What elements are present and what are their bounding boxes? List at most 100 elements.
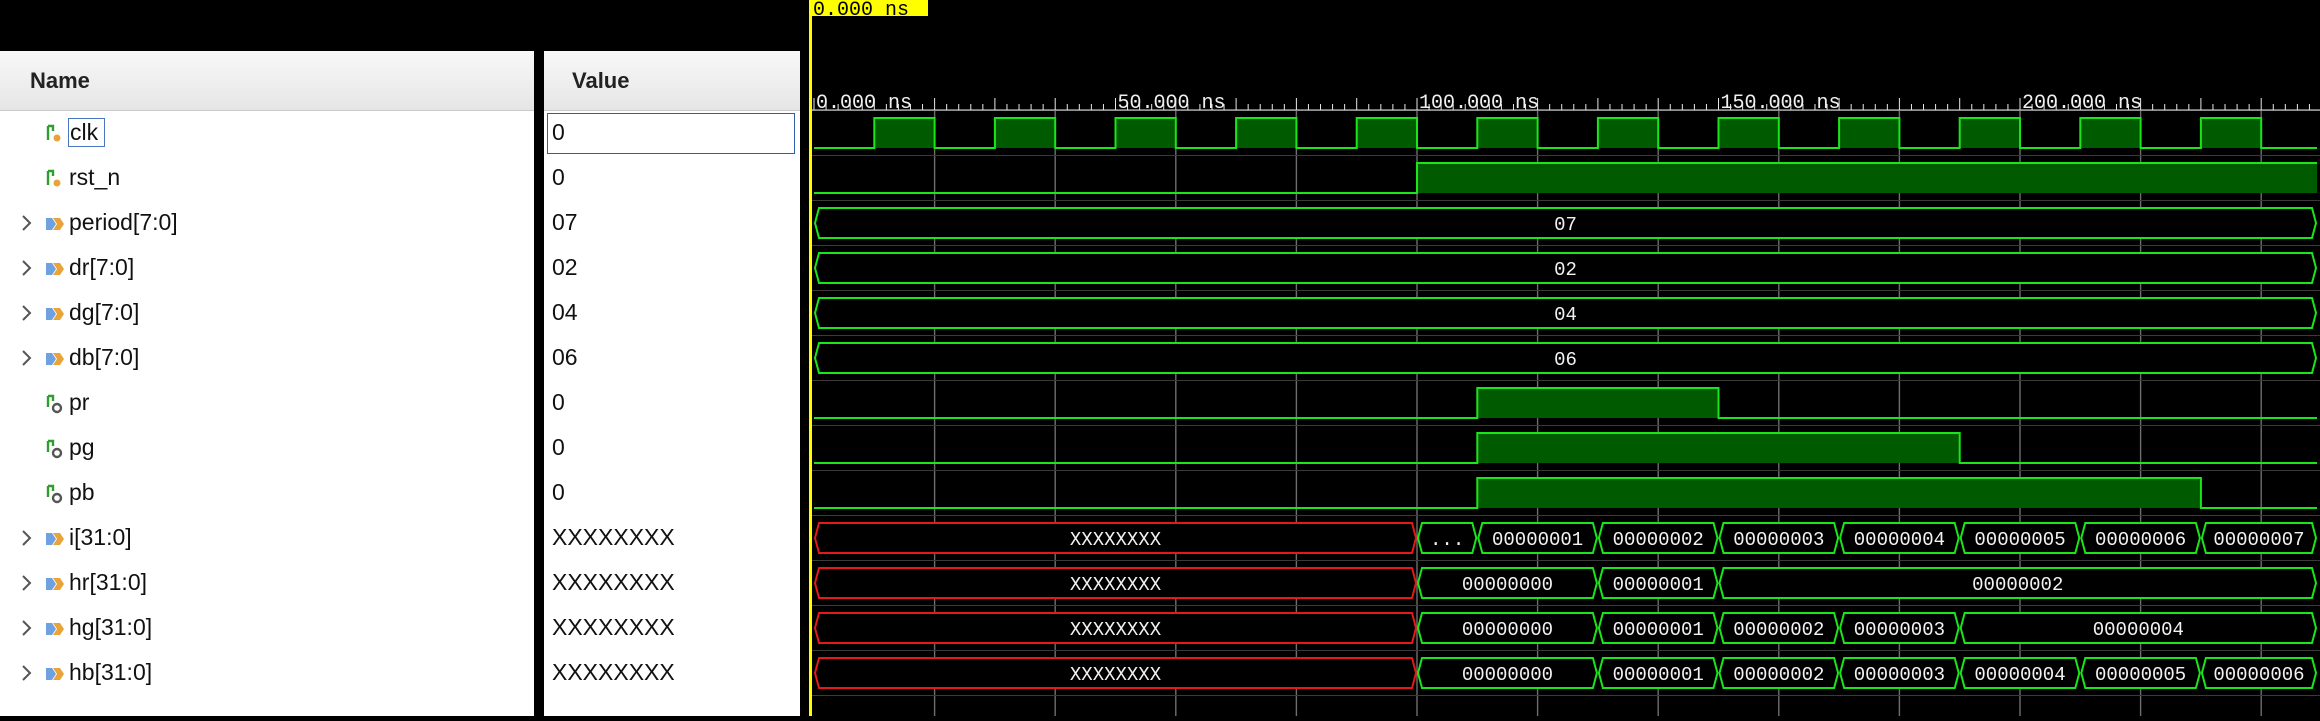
high-level-fill xyxy=(1477,118,1538,148)
bus-value-label: 00000000 xyxy=(1462,619,1553,641)
signal-value: 0 xyxy=(552,119,565,145)
signal-row[interactable]: db[7:0] xyxy=(0,336,534,381)
signal-name: pb xyxy=(69,479,95,505)
signal-row[interactable]: dg[7:0] xyxy=(0,291,534,336)
value-row[interactable]: 06 xyxy=(544,336,800,381)
value-row[interactable]: XXXXXXXX xyxy=(544,606,800,651)
signal-row[interactable]: hg[31:0] xyxy=(0,606,534,651)
chevron-right-icon[interactable] xyxy=(18,572,36,594)
signal-value: 0 xyxy=(552,389,565,415)
waveform-canvas[interactable]: 0.000 ns 50.000 ns 100.000 ns 150.000 ns 200… xyxy=(809,0,2320,716)
value-row[interactable]: 04 xyxy=(544,291,800,336)
high-level-fill xyxy=(1477,478,2201,508)
chevron-right-icon[interactable] xyxy=(18,527,36,549)
high-level-fill xyxy=(1959,118,2020,148)
high-level-fill xyxy=(1597,118,1659,148)
bus-signal-icon xyxy=(44,663,66,685)
bus-value-label: 00000003 xyxy=(1854,664,1945,686)
high-level-fill xyxy=(2080,118,2141,148)
value-row[interactable]: 0 xyxy=(544,426,800,471)
bus-signal-icon xyxy=(44,618,66,640)
signal-value: 0 xyxy=(552,164,565,190)
selection-box xyxy=(547,113,795,154)
output-bit-icon xyxy=(44,393,66,415)
output-bit-icon xyxy=(44,438,66,460)
signal-row[interactable]: pb xyxy=(0,471,534,516)
bus-value-label: 00000001 xyxy=(1613,619,1704,641)
high-level-fill xyxy=(1115,118,1176,148)
signal-row[interactable]: i[31:0] xyxy=(0,516,534,561)
value-row[interactable]: 0 xyxy=(544,156,800,201)
value-panel: Value 0 0 07 02 04 06 0 0 0 XXXXXXXX XXXXXXXX XXXXX… xyxy=(544,0,800,716)
chevron-right-icon[interactable] xyxy=(18,662,36,684)
value-row[interactable]: 07 xyxy=(544,201,800,246)
high-level-fill xyxy=(1477,388,1719,418)
bus-value-label: 07 xyxy=(1554,214,1577,236)
bus-signal-icon xyxy=(44,303,66,325)
value-row[interactable]: 0 xyxy=(544,471,800,516)
bus-value-label: 00000002 xyxy=(1613,529,1704,551)
bus-value-label: 00000002 xyxy=(1733,619,1824,641)
column-splitter[interactable] xyxy=(534,0,544,716)
signal-row[interactable]: period[7:0] xyxy=(0,201,534,246)
signal-row[interactable]: hr[31:0] xyxy=(0,561,534,606)
signal-row[interactable]: hb[31:0] xyxy=(0,651,534,696)
signal-name: clk xyxy=(67,118,106,147)
high-level-fill xyxy=(1236,118,1297,148)
bus-value-label: 00000003 xyxy=(1733,529,1824,551)
signal-name: rst_n xyxy=(69,164,121,190)
bit-signal-icon xyxy=(44,123,66,145)
bit-signal-icon xyxy=(44,168,66,190)
value-row[interactable]: XXXXXXXX xyxy=(544,516,800,561)
bus-value-label: 00000004 xyxy=(2093,619,2184,641)
high-level-fill xyxy=(874,118,935,148)
bus-value-label: 00000007 xyxy=(2213,529,2304,551)
signal-value: XXXXXXXX xyxy=(552,659,675,685)
value-row[interactable]: 0 xyxy=(544,111,800,156)
wave-splitter[interactable] xyxy=(800,0,809,716)
ruler-label: 50.000 ns xyxy=(1118,92,1226,115)
signal-row[interactable]: pr xyxy=(0,381,534,426)
name-header-label: Name xyxy=(30,68,90,93)
bus-value-label: 00000000 xyxy=(1462,664,1553,686)
high-level-fill xyxy=(994,118,1056,148)
bus-value-label: 00000006 xyxy=(2213,664,2304,686)
ruler-label: 0.000 ns xyxy=(816,92,912,115)
value-row[interactable]: 02 xyxy=(544,246,800,291)
value-column-header[interactable]: Value xyxy=(544,51,800,111)
ruler-label: 200.000 ns xyxy=(2022,92,2142,115)
signal-value: XXXXXXXX xyxy=(552,569,675,595)
value-row[interactable]: 0 xyxy=(544,381,800,426)
bus-value-label: XXXXXXXX xyxy=(1070,619,1162,641)
signal-name: i[31:0] xyxy=(69,524,132,550)
name-column-header[interactable]: Name xyxy=(0,51,534,111)
bus-value-label: 00000002 xyxy=(1972,574,2063,596)
signal-row[interactable]: pg xyxy=(0,426,534,471)
signal-value: XXXXXXXX xyxy=(552,524,675,550)
high-level-fill xyxy=(1718,118,1779,148)
chevron-right-icon[interactable] xyxy=(18,257,36,279)
value-row[interactable]: XXXXXXXX xyxy=(544,561,800,606)
bus-value-label: 02 xyxy=(1554,259,1577,281)
chevron-right-icon[interactable] xyxy=(18,347,36,369)
chevron-right-icon[interactable] xyxy=(18,302,36,324)
signal-name: hg[31:0] xyxy=(69,614,153,640)
signal-row[interactable]: clk xyxy=(0,111,534,156)
signal-row[interactable]: rst_n xyxy=(0,156,534,201)
signal-name: db[7:0] xyxy=(69,344,140,370)
cursor-time-label: 0.000 ns xyxy=(813,0,909,22)
value-row[interactable]: XXXXXXXX xyxy=(544,651,800,696)
bus-value-label: XXXXXXXX xyxy=(1070,574,1162,596)
signal-name: period[7:0] xyxy=(69,209,178,235)
bus-value-label: 00000006 xyxy=(2095,529,2186,551)
signal-row[interactable]: dr[7:0] xyxy=(0,246,534,291)
signal-name: dg[7:0] xyxy=(69,299,140,325)
waveform-area[interactable]: 0.000 ns 50.000 ns 100.000 ns 150.000 ns 200… xyxy=(809,0,2320,716)
chevron-right-icon[interactable] xyxy=(18,617,36,639)
bus-value-label: 00000005 xyxy=(2095,664,2186,686)
high-level-fill xyxy=(1839,118,1900,148)
chevron-right-icon[interactable] xyxy=(18,212,36,234)
signal-value: 07 xyxy=(552,209,578,235)
bus-signal-icon xyxy=(44,573,66,595)
bus-value-label: 00000002 xyxy=(1733,664,1824,686)
